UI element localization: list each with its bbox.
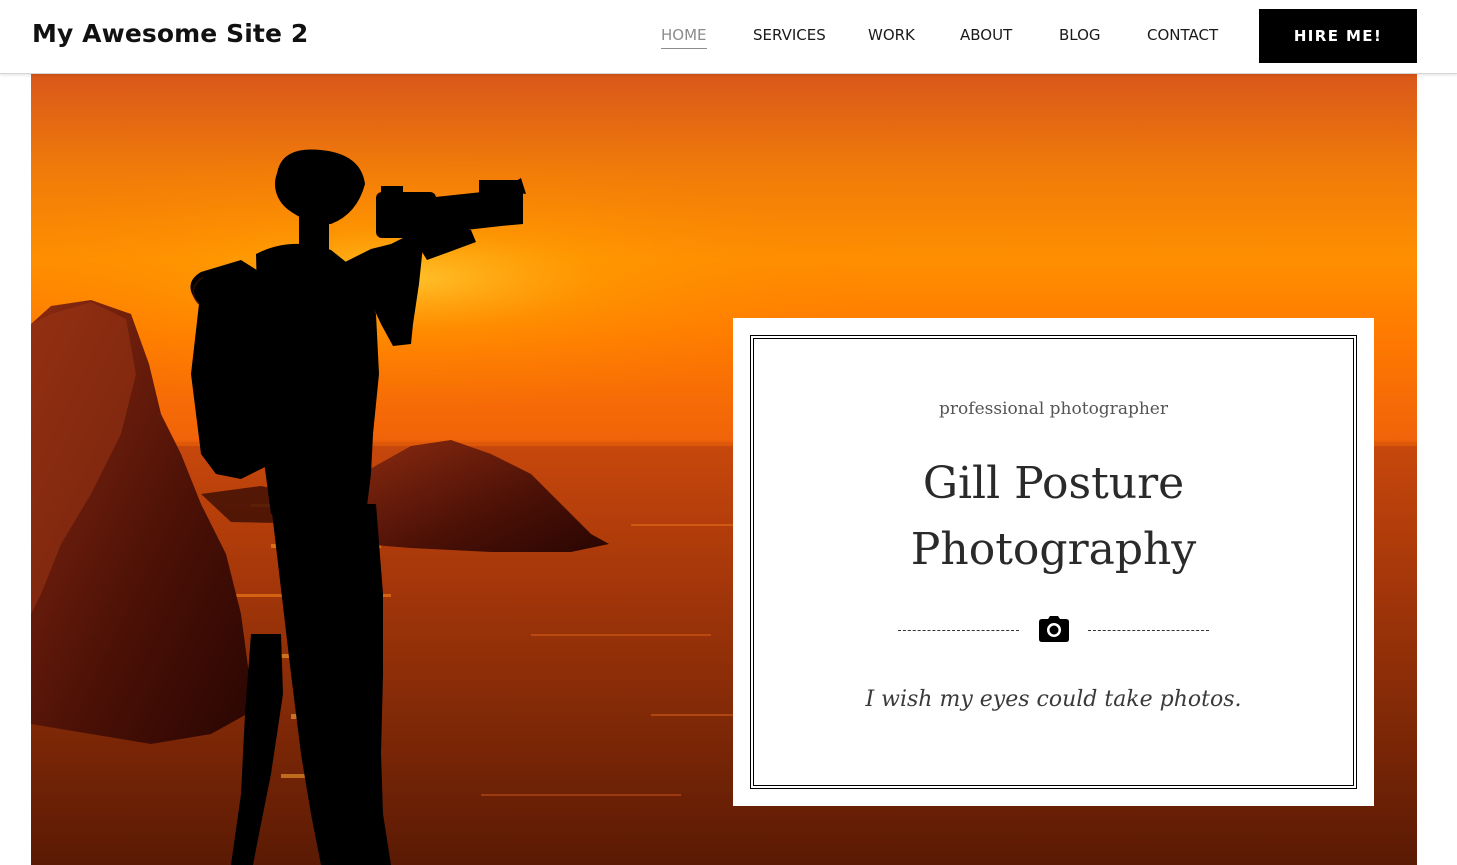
- nav-item-services[interactable]: SERVICES: [753, 26, 826, 44]
- card-title-line1: Gill Posture: [922, 458, 1185, 509]
- camera-icon: [1039, 616, 1069, 642]
- intro-card: professional photographer Gill Posture P…: [733, 318, 1374, 806]
- card-quote: I wish my eyes could take photos.: [865, 687, 1242, 712]
- nav-item-about[interactable]: ABOUT: [960, 26, 1012, 44]
- nav-item-blog[interactable]: BLOG: [1059, 26, 1101, 44]
- nav-item-work[interactable]: WORK: [868, 26, 915, 44]
- nav-item-contact[interactable]: CONTACT: [1147, 26, 1218, 44]
- card-title-line2: Photography: [910, 524, 1197, 575]
- intro-card-frame: professional photographer Gill Posture P…: [750, 335, 1357, 789]
- site-header: My Awesome Site 2 HOME SERVICES WORK ABO…: [0, 0, 1457, 74]
- nav-item-home[interactable]: HOME: [661, 26, 707, 49]
- site-title[interactable]: My Awesome Site 2: [32, 19, 308, 48]
- card-subtitle: professional photographer: [939, 399, 1168, 419]
- card-title: Gill Posture Photography: [754, 451, 1353, 583]
- divider-line-right: [1088, 630, 1209, 631]
- card-divider: [754, 613, 1353, 643]
- divider-line-left: [898, 630, 1019, 631]
- hire-me-button[interactable]: HIRE ME!: [1259, 9, 1417, 63]
